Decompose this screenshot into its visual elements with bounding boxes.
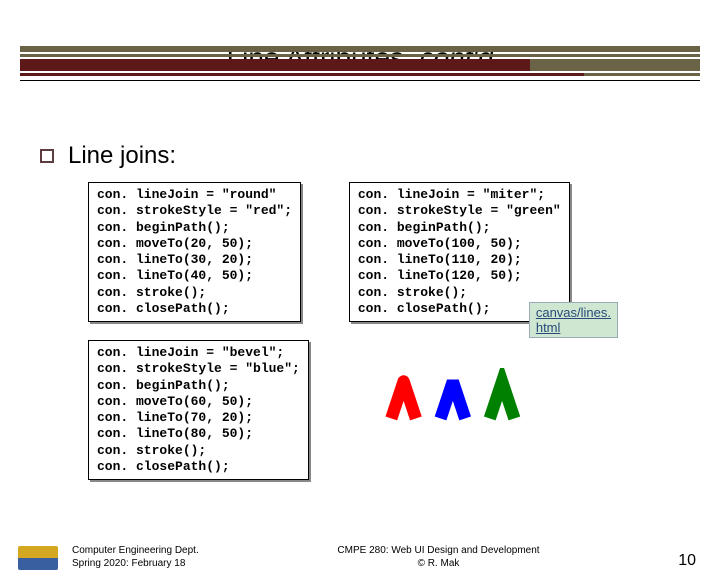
- linejoin-demo-canvas: [379, 368, 570, 443]
- bullet-line-joins: Line joins:: [40, 142, 690, 170]
- bullet-text: Line joins:: [68, 142, 176, 170]
- footer-dept: Computer Engineering Dept.: [72, 544, 199, 557]
- footer-date: Spring 2020: February 18: [72, 557, 199, 570]
- linejoin-shape-miter: [490, 381, 515, 418]
- decorative-header-bars: [20, 46, 700, 76]
- linejoin-shape-round: [391, 381, 416, 418]
- code-block-bevel: con. lineJoin = "bevel"; con. strokeStyl…: [88, 340, 309, 480]
- link-canvas-lines[interactable]: canvas/lines. html: [529, 302, 618, 338]
- bullet-icon: [40, 149, 54, 163]
- code-block-round: con. lineJoin = "round" con. strokeStyle…: [88, 182, 301, 322]
- footer-left: Computer Engineering Dept. Spring 2020: …: [72, 544, 199, 570]
- linejoin-shape-bevel: [440, 381, 465, 418]
- page-number: 10: [678, 552, 696, 570]
- title-rule: [20, 80, 700, 81]
- footer-author: © R. Mak: [199, 557, 678, 570]
- footer-course: CMPE 280: Web UI Design and Development: [199, 544, 678, 557]
- code-block-miter: con. lineJoin = "miter"; con. strokeStyl…: [349, 182, 570, 322]
- sjsu-logo-icon: [18, 546, 58, 570]
- footer-center: CMPE 280: Web UI Design and Development …: [199, 544, 678, 570]
